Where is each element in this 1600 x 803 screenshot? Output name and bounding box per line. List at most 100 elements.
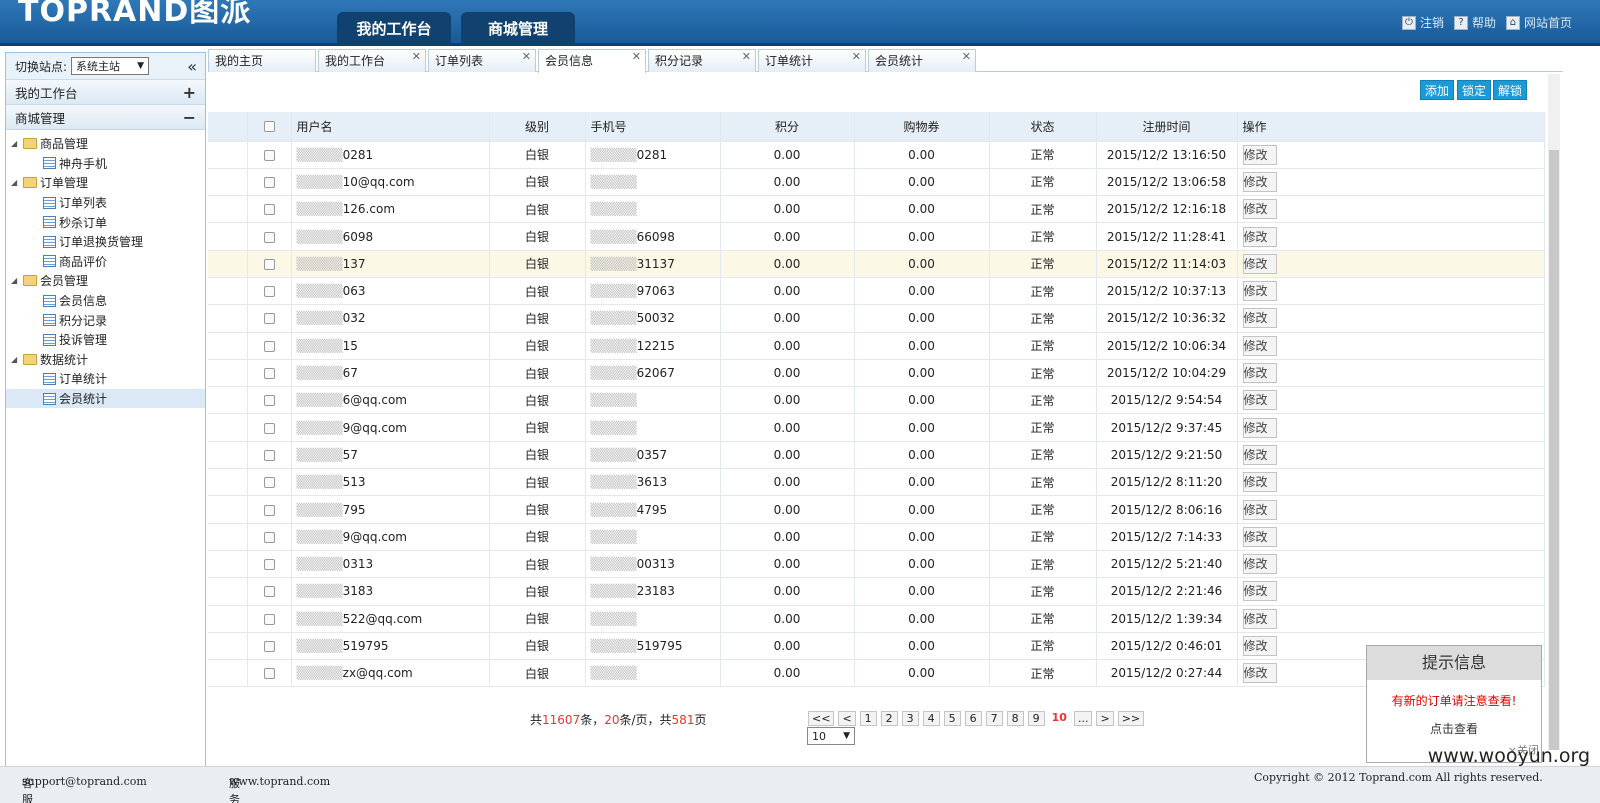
tree-folder[interactable]: ◢ 数据统计 [6,350,205,370]
page-button[interactable]: 6 [964,711,982,726]
content-tab[interactable]: 我的工作台 ✕ [318,49,426,72]
row-checkbox[interactable] [263,313,275,325]
row-checkbox[interactable] [263,531,275,543]
page-button[interactable]: 9 [1027,711,1045,726]
table-row[interactable]: ▒▒▒▒▒137 白银 ▒▒▒▒▒31137 0.00 0.00 正常 2015/12/2 … [208,250,1545,278]
edit-button[interactable]: 修改 [1242,144,1277,165]
edit-button[interactable]: 修改 [1242,308,1277,329]
row-checkbox[interactable] [263,340,275,352]
table-row[interactable]: ▒▒▒▒▒9@qq.com 白银 ▒▒▒▒▒ 0.00 0.00 正常 2015/12/2 … [208,523,1545,551]
page-button[interactable]: 1 [859,711,877,726]
tree-folder[interactable]: ◢ 商品管理 [6,134,205,154]
table-row[interactable]: ▒▒▒▒▒522@qq.com 白银 ▒▒▒▒▒ 0.00 0.00 正常 2015/12/… [208,605,1545,633]
row-checkbox[interactable] [263,395,275,407]
page-button[interactable]: 5 [943,711,961,726]
row-checkbox[interactable] [263,449,275,461]
tree-item[interactable]: 订单统计 [6,369,205,389]
tree-item[interactable]: 商品评价 [6,252,205,272]
collapse-panel-icon[interactable]: « [187,57,197,76]
vertical-scrollbar[interactable] [1548,74,1560,750]
page-size-select[interactable]: 10 ▼ [807,727,855,745]
table-row[interactable]: ▒▒▒▒▒9@qq.com 白银 ▒▒▒▒▒ 0.00 0.00 正常 2015/12/2 … [208,413,1545,442]
edit-button[interactable]: 修改 [1242,335,1277,356]
table-row[interactable]: ▒▒▒▒▒zx@qq.com 白银 ▒▒▒▒▒ 0.00 0.00 正常 2015/12/2… [208,659,1545,688]
page-button[interactable]: > [1096,711,1114,726]
edit-button[interactable]: 修改 [1242,499,1277,520]
edit-button[interactable]: 修改 [1242,663,1277,684]
tree-item[interactable]: 订单列表 [6,193,205,213]
table-row[interactable]: ▒▒▒▒▒519795 白银 ▒▒▒▒▒519795 0.00 0.00 正常 2015/1… [208,632,1545,661]
tree-item[interactable]: 订单退换货管理 [6,232,205,252]
add-button[interactable]: 添加 [1420,80,1455,100]
edit-button[interactable]: 修改 [1242,253,1277,274]
page-button[interactable]: 7 [985,711,1003,726]
row-checkbox[interactable] [263,640,275,652]
home-link[interactable]: ⌂ 网站首页 [1505,14,1572,31]
tree-folder[interactable]: ◢ 订单管理 [6,173,205,193]
tree-item[interactable]: 会员信息 [6,291,205,311]
help-link[interactable]: ? 帮助 [1453,14,1496,31]
edit-button[interactable]: 修改 [1242,554,1277,575]
page-button[interactable]: >> [1117,711,1145,726]
row-checkbox[interactable] [263,204,275,216]
row-checkbox[interactable] [263,258,275,270]
edit-button[interactable]: 修改 [1242,417,1277,438]
content-tab[interactable]: 订单列表 ✕ [428,49,536,72]
table-row[interactable]: ▒▒▒▒▒57 白银 ▒▒▒▒▒0357 0.00 0.00 正常 2015/12/2 9:… [208,441,1545,470]
edit-button[interactable]: 修改 [1242,199,1277,220]
row-checkbox[interactable] [263,422,275,434]
tree-item[interactable]: 积分记录 [6,310,205,330]
close-icon[interactable]: ✕ [852,46,861,68]
row-checkbox[interactable] [263,668,275,680]
page-button[interactable]: < [838,711,856,726]
table-row[interactable]: ▒▒▒▒▒3183 白银 ▒▒▒▒▒23183 0.00 0.00 正常 2015/12/2… [208,577,1545,606]
page-button[interactable]: 3 [901,711,919,726]
unlock-button[interactable]: 解锁 [1493,80,1528,100]
edit-button[interactable]: 修改 [1242,363,1277,384]
lock-button[interactable]: 锁定 [1457,80,1492,100]
row-checkbox[interactable] [263,586,275,598]
row-checkbox[interactable] [263,231,275,243]
edit-button[interactable]: 修改 [1242,171,1277,192]
row-checkbox[interactable] [263,149,275,161]
table-row[interactable]: ▒▒▒▒▒063 白银 ▒▒▒▒▒97063 0.00 0.00 正常 2015/12/2 … [208,277,1545,306]
close-icon[interactable]: ✕ [412,46,421,68]
page-button[interactable]: 2 [880,711,898,726]
page-button[interactable]: 4 [922,711,940,726]
row-checkbox[interactable] [263,368,275,380]
table-row[interactable]: ▒▒▒▒▒513 白银 ▒▒▒▒▒3613 0.00 0.00 正常 2015/12/2 8… [208,468,1545,497]
top-tab-workbench[interactable]: 我的工作台 [337,12,451,46]
edit-button[interactable]: 修改 [1242,635,1277,656]
close-icon[interactable]: ✕ [962,46,971,68]
table-row[interactable]: ▒▒▒▒▒67 白银 ▒▒▒▒▒62067 0.00 0.00 正常 2015/12/2 1… [208,359,1545,388]
edit-button[interactable]: 修改 [1242,390,1277,411]
table-row[interactable]: ▒▒▒▒▒10@qq.com 白银 ▒▒▒▒▒ 0.00 0.00 正常 2015/12/2… [208,168,1545,197]
table-row[interactable]: ▒▒▒▒▒0313 白银 ▒▒▒▒▒00313 0.00 0.00 正常 2015/12/2… [208,550,1545,579]
logout-link[interactable]: ⏻ 注销 [1401,14,1444,31]
row-checkbox[interactable] [263,176,275,188]
close-icon[interactable]: ✕ [522,46,531,68]
content-tab[interactable]: 我的主页 [208,49,316,72]
close-icon[interactable]: ✕ [632,46,641,68]
edit-button[interactable]: 修改 [1242,581,1277,602]
page-button[interactable]: 8 [1006,711,1024,726]
page-button[interactable]: << [808,711,835,726]
table-row[interactable]: ▒▒▒▒▒6098 白银 ▒▒▒▒▒66098 0.00 0.00 正常 2015/12/2… [208,222,1545,251]
accordion-mall[interactable]: 商城管理 − [6,105,205,130]
row-checkbox[interactable] [263,504,275,516]
tree-folder[interactable]: ◢ 会员管理 [6,271,205,291]
row-checkbox[interactable] [263,477,275,489]
row-checkbox[interactable] [263,613,275,625]
accordion-workbench[interactable]: 我的工作台 + [6,80,205,105]
row-checkbox[interactable] [263,559,275,571]
select-all-checkbox[interactable] [263,121,275,133]
table-row[interactable]: ▒▒▒▒▒126.com 白银 ▒▒▒▒▒ 0.00 0.00 正常 2015/12/2 1… [208,195,1545,224]
page-button[interactable]: ... [1073,711,1093,726]
edit-button[interactable]: 修改 [1242,526,1277,547]
content-tab[interactable]: 会员统计 ✕ [868,49,976,72]
site-select[interactable]: 系统主站 ▼ [71,57,150,75]
edit-button[interactable]: 修改 [1242,472,1277,493]
edit-button[interactable]: 修改 [1242,608,1277,629]
page-button[interactable]: 10 [1049,711,1070,726]
scrollbar-thumb[interactable] [1549,150,1559,750]
